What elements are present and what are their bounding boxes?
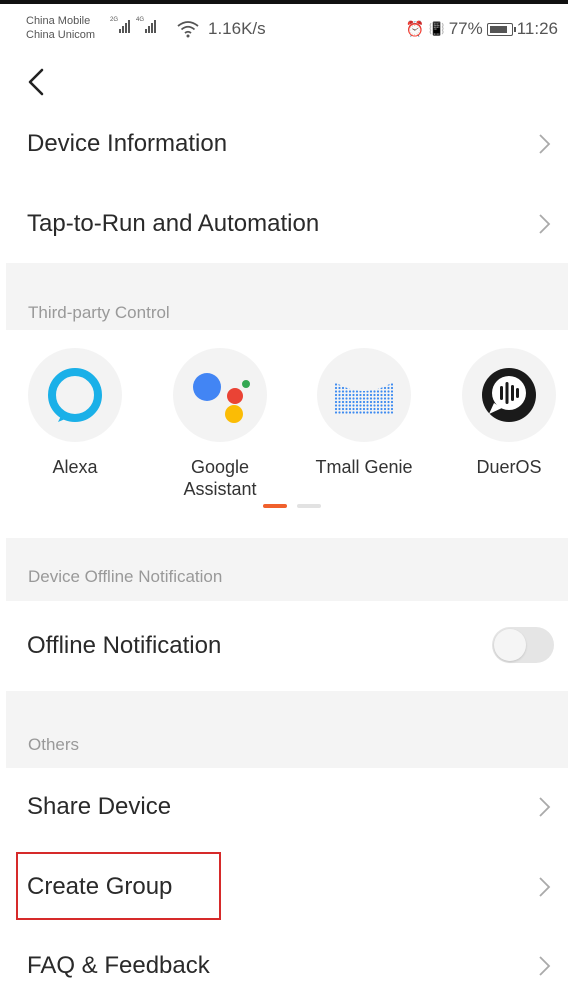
faq-feedback-row[interactable]: FAQ & Feedback xyxy=(6,928,568,982)
others-section-header: Others xyxy=(6,691,568,768)
carrier-names: China Mobile China Unicom xyxy=(26,14,95,42)
back-chevron-icon[interactable] xyxy=(20,62,60,102)
alexa-label: Alexa xyxy=(52,457,98,477)
top-border xyxy=(0,0,568,4)
signal-1-icon: 2G xyxy=(110,17,130,33)
page-dot-active xyxy=(263,504,287,508)
signal-2-icon: 4G xyxy=(136,17,156,33)
tmall-genie-label: Tmall Genie xyxy=(315,457,413,477)
dueros-icon xyxy=(462,348,556,442)
offline-section-title: Device Offline Notification xyxy=(28,567,223,586)
share-device-label: Share Device xyxy=(27,793,172,820)
alarm-icon: ⏰ xyxy=(405,21,425,38)
status-bar: China Mobile China Unicom 2G 4G 1.16K/s … xyxy=(0,6,568,52)
third-party-section-title: Third-party Control xyxy=(28,303,170,322)
alexa-item[interactable]: Alexa xyxy=(5,348,145,478)
offline-section-header: Device Offline Notification xyxy=(6,538,568,601)
faq-feedback-label: FAQ & Feedback xyxy=(27,952,210,979)
offline-notification-row: Offline Notification xyxy=(6,601,568,691)
google-assistant-icon xyxy=(173,348,267,442)
chevron-right-icon xyxy=(539,134,551,154)
alexa-icon xyxy=(28,348,122,442)
google-assistant-item[interactable]: Google Assistant xyxy=(150,348,290,500)
google-assistant-label: Google Assistant xyxy=(183,457,257,499)
dueros-item[interactable]: DuerOS xyxy=(439,348,568,478)
toggle-knob xyxy=(494,629,526,661)
vibrate-icon: 📳 xyxy=(428,21,445,36)
third-party-section-header: Third-party Control xyxy=(6,263,568,330)
chevron-right-icon xyxy=(539,956,551,976)
chevron-right-icon xyxy=(539,214,551,234)
status-right: ⏰ 📳 77% 11:26 xyxy=(406,19,558,39)
device-information-row[interactable]: Device Information xyxy=(6,105,568,183)
offline-notification-label: Offline Notification xyxy=(27,632,222,659)
tap-to-run-row[interactable]: Tap-to-Run and Automation xyxy=(6,185,568,263)
dueros-label: DuerOS xyxy=(476,457,542,477)
tmall-genie-item[interactable]: Tmall Genie xyxy=(294,348,434,478)
others-section-title: Others xyxy=(28,735,80,754)
carrier-2: China Unicom xyxy=(26,29,96,41)
device-information-label: Device Information xyxy=(27,130,228,157)
chevron-right-icon xyxy=(539,877,551,897)
share-device-row[interactable]: Share Device xyxy=(6,768,568,846)
battery-percent: 77% xyxy=(448,19,483,38)
chevron-right-icon xyxy=(539,797,551,817)
network-speed: 1.16K/s xyxy=(208,19,266,38)
clock: 11:26 xyxy=(516,19,558,38)
create-group-highlight-box xyxy=(16,852,221,920)
third-party-panel: Alexa Google Assistant Tmall Genie DuerO… xyxy=(6,330,568,538)
signal-icons: 2G 4G xyxy=(110,17,156,33)
page-dot xyxy=(297,504,321,508)
page-indicator xyxy=(263,504,321,508)
tmall-genie-icon xyxy=(317,348,411,442)
tap-to-run-label: Tap-to-Run and Automation xyxy=(27,210,320,237)
offline-notification-toggle[interactable] xyxy=(492,627,554,663)
battery-icon xyxy=(486,22,516,36)
wifi-icon xyxy=(177,21,199,38)
carrier-1: China Mobile xyxy=(26,15,91,27)
